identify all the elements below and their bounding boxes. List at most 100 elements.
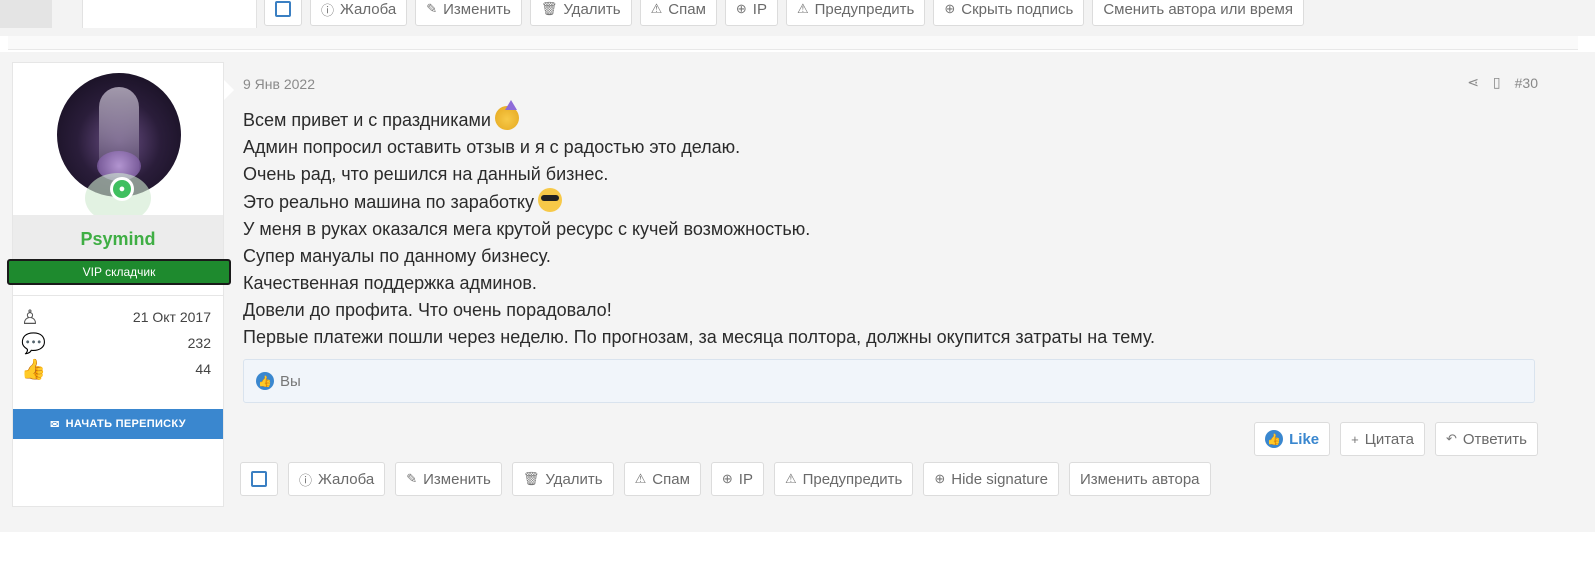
trash-icon: 🗑: [522, 471, 540, 486]
like-button[interactable]: 👍 Like: [1254, 422, 1331, 456]
user-stats: ♙ 21 Окт 2017 💬 232 👍 44: [13, 295, 223, 382]
quote-label: Цитата: [1364, 430, 1414, 448]
previous-post-mod-toolbar: ⓘ Жалоба ✎ Изменить 🗑 Удалить ⚠ Спам ⊕ IP ⚠ Пр…: [264, 0, 1304, 26]
post-line: Довели до профита. Что очень порадовало!: [243, 300, 612, 320]
prev-change-author-label: Сменить автора или время: [1103, 0, 1293, 18]
change-author-button[interactable]: Изменить автора: [1068, 462, 1211, 496]
warn-button[interactable]: ⚠ Предупредить: [773, 462, 914, 496]
hide-signature-label: Hide signature: [951, 470, 1048, 488]
edit-button[interactable]: ✎ Изменить: [395, 462, 502, 496]
globe-icon: ⊕: [735, 1, 747, 16]
spam-label: Спам: [652, 470, 690, 488]
user-online-icon: ●: [113, 180, 131, 198]
prev-delete-button[interactable]: 🗑 Удалить: [529, 0, 632, 26]
post-actions: 👍 Like + Цитата ↶ Ответить: [1254, 422, 1538, 456]
ip-label: IP: [738, 470, 753, 488]
like-label: Like: [1289, 430, 1320, 448]
username[interactable]: Psymind: [13, 229, 223, 250]
prev-warn-label: Предупредить: [814, 0, 915, 18]
prev-warn-button[interactable]: ⚠ Предупредить: [785, 0, 926, 26]
prev-hide-signature-button[interactable]: ⊕ Скрыть подпись: [933, 0, 1085, 26]
post-line: Первые платежи пошли через неделю. По пр…: [243, 327, 1156, 347]
post-line: Качественная поддержка админов.: [243, 273, 537, 293]
info-icon: ⓘ: [299, 472, 313, 488]
prev-spam-label: Спам: [668, 0, 706, 18]
user-title-badge: VIP складчик: [7, 259, 231, 285]
envelope-icon: ✉: [50, 418, 60, 431]
previous-post: ⓘ Жалоба ✎ Изменить 🗑 Удалить ⚠ Спам ⊕ IP ⚠ Пр…: [0, 0, 1595, 36]
prev-edit-button[interactable]: ✎ Изменить: [415, 0, 522, 26]
stat-messages: 💬 232: [13, 330, 223, 356]
post-line: Супер мануалы по данному бизнесу.: [243, 246, 551, 266]
prev-ip-button[interactable]: ⊕ IP: [724, 0, 778, 26]
warning-icon: ⚠: [634, 471, 647, 486]
like-reaction-icon: 👍: [256, 372, 274, 390]
post-line: Очень рад, что решился на данный бизнес.: [243, 164, 609, 184]
ip-button[interactable]: ⊕ IP: [710, 462, 764, 496]
online-status-icon: ●: [110, 177, 134, 201]
globe-icon: ⊕: [721, 471, 733, 486]
complaint-button[interactable]: ⓘ Жалоба: [288, 462, 386, 496]
sunglasses-emoji-icon: [537, 188, 562, 212]
stat-joined: ♙ 21 Окт 2017: [13, 304, 223, 330]
previous-post-user-column: [82, 0, 257, 28]
edit-label: Изменить: [423, 470, 491, 488]
forum-post: ● Psymind VIP складчик ♙ 21 Окт 2017 💬 2…: [0, 52, 1595, 532]
warning-icon: ⚠: [650, 1, 663, 16]
bookmark-icon[interactable]: ▯: [1493, 74, 1501, 91]
stat-likes: 👍 44: [13, 356, 223, 382]
prev-select-checkbox[interactable]: [264, 0, 302, 26]
post-line-text: Это реально машина по заработку: [243, 192, 534, 212]
warning-icon: ⚠: [784, 471, 797, 486]
reply-label: Ответить: [1462, 430, 1527, 448]
joined-date: 21 Окт 2017: [132, 309, 211, 325]
checkbox-icon: [275, 1, 291, 17]
hide-signature-button[interactable]: ⊕ Hide signature: [923, 462, 1059, 496]
edit-icon: ✎: [426, 1, 438, 16]
post-body: Всем привет и с праздниками Админ попрос…: [243, 100, 1533, 351]
warning-icon: ⚠: [796, 1, 809, 16]
start-conversation-label: НАЧАТЬ ПЕРЕПИСКУ: [65, 418, 186, 430]
post-divider: [8, 36, 1578, 50]
complaint-label: Жалоба: [318, 470, 375, 488]
user-column-arrow: [224, 80, 234, 100]
prev-spam-button[interactable]: ⚠ Спам: [639, 0, 717, 26]
prev-delete-label: Удалить: [563, 0, 621, 18]
prev-change-author-button[interactable]: Сменить автора или время: [1092, 0, 1304, 26]
reply-button[interactable]: ↶ Ответить: [1434, 422, 1538, 456]
trash-icon: 🗑: [540, 1, 558, 16]
select-checkbox[interactable]: [240, 462, 278, 496]
globe-icon: ⊕: [944, 1, 956, 16]
prev-complaint-button[interactable]: ⓘ Жалоба: [310, 0, 408, 26]
prev-complaint-label: Жалоба: [340, 0, 397, 18]
spam-button[interactable]: ⚠ Спам: [623, 462, 701, 496]
prev-ip-label: IP: [752, 0, 767, 18]
delete-button[interactable]: 🗑 Удалить: [511, 462, 614, 496]
checkbox-icon: [251, 471, 267, 487]
reply-icon: ↶: [1445, 431, 1457, 446]
post-line: Всем привет и с праздниками: [243, 100, 1533, 134]
quote-button[interactable]: + Цитата: [1340, 422, 1425, 456]
share-icon[interactable]: ⋖: [1467, 74, 1479, 91]
user-icon: ♙: [21, 306, 39, 329]
globe-icon: ⊕: [934, 471, 946, 486]
post-number[interactable]: #30: [1515, 75, 1538, 91]
warn-label: Предупредить: [802, 470, 903, 488]
like-icon: 👍: [1265, 430, 1284, 448]
reactions-bar[interactable]: 👍 Вы: [243, 359, 1535, 403]
likes-count: 44: [195, 361, 211, 377]
thumbs-up-icon: 👍: [21, 358, 46, 381]
post-tools: ⋖ ▯ #30: [1467, 74, 1538, 91]
post-date[interactable]: 9 Янв 2022: [243, 76, 315, 92]
info-icon: ⓘ: [321, 2, 335, 18]
post-line: Это реально машина по заработку: [243, 188, 1533, 216]
delete-label: Удалить: [545, 470, 603, 488]
messages-count: 232: [187, 335, 211, 351]
post-line: Админ попросил оставить отзыв и я с радо…: [243, 137, 741, 157]
party-emoji-icon: [494, 100, 519, 130]
start-conversation-button[interactable]: ✉ НАЧАТЬ ПЕРЕПИСКУ: [13, 409, 223, 439]
user-info-column: ● Psymind VIP складчик ♙ 21 Окт 2017 💬 2…: [7, 62, 231, 507]
mod-toolbar: ⓘ Жалоба ✎ Изменить 🗑 Удалить ⚠ Спам ⊕ IP ⚠ Пр…: [240, 462, 1211, 496]
post-line: У меня в руках оказался мега крутой ресу…: [243, 219, 811, 239]
prev-edit-label: Изменить: [443, 0, 511, 18]
